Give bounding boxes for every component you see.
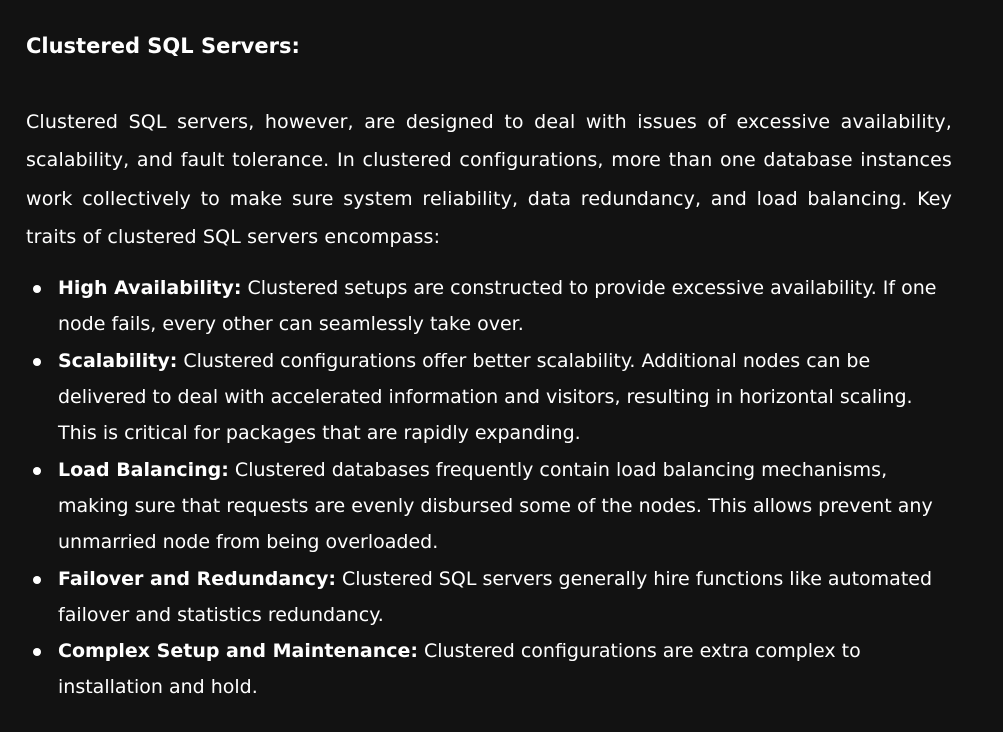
bullet-icon	[33, 575, 41, 584]
trait-term: High Availability:	[58, 277, 242, 300]
trait-term: Complex Setup and Maintenance:	[58, 640, 418, 663]
article: Clustered SQL Servers: Clustered SQL ser…	[0, 0, 1003, 706]
intro-paragraph: Clustered SQL servers, however, are desi…	[26, 111, 952, 248]
section-heading: Clustered SQL Servers:	[26, 34, 300, 58]
traits-list: High Availability: Clustered setups are …	[26, 270, 952, 706]
list-item: Complex Setup and Maintenance: Clustered…	[26, 633, 952, 706]
trait-term: Load Balancing:	[58, 458, 229, 481]
list-item: Load Balancing: Clustered databases freq…	[26, 452, 952, 561]
bullet-icon	[33, 466, 41, 475]
bullet-icon	[33, 285, 41, 294]
list-item: High Availability: Clustered setups are …	[26, 270, 952, 343]
list-item: Failover and Redundancy: Clustered SQL s…	[26, 561, 952, 634]
trait-term: Failover and Redundancy:	[58, 567, 336, 590]
bullet-icon	[33, 357, 41, 366]
trait-description: Clustered configurations offer better sc…	[58, 349, 913, 445]
bullet-icon	[33, 648, 41, 657]
list-item: Scalability: Clustered configurations of…	[26, 343, 952, 452]
trait-term: Scalability:	[58, 349, 178, 372]
